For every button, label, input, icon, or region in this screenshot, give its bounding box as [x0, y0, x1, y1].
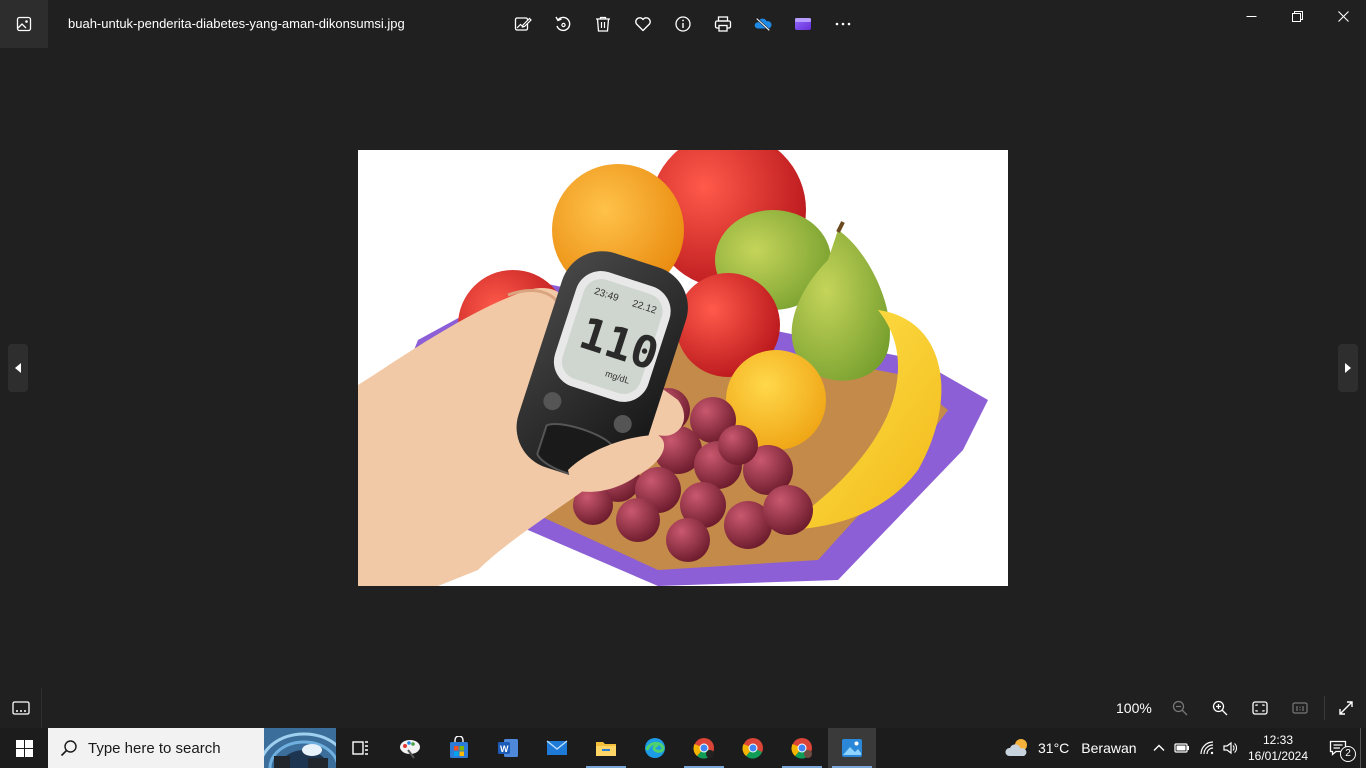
- full-screen-button[interactable]: [1326, 688, 1366, 728]
- show-hidden-icons-button[interactable]: [1147, 728, 1171, 768]
- delete-icon[interactable]: [583, 4, 623, 44]
- taskbar-app-paint[interactable]: [386, 728, 434, 768]
- taskbar-app-photos[interactable]: [828, 728, 876, 768]
- chrome-icon: [693, 738, 714, 759]
- weather-condition: Berawan: [1081, 740, 1137, 756]
- search-placeholder: Type here to search: [88, 740, 221, 757]
- expand-icon: [1339, 701, 1353, 715]
- battery-tray-button[interactable]: [1170, 728, 1194, 768]
- taskbar-app-mail[interactable]: [533, 728, 581, 768]
- svg-text:W: W: [500, 744, 509, 754]
- word-icon: W: [498, 739, 518, 757]
- taskbar-app-store[interactable]: [435, 728, 483, 768]
- paint-icon: [400, 740, 420, 759]
- taskbar-app-edge[interactable]: [631, 728, 679, 768]
- search-highlight-art: [264, 728, 336, 768]
- filmstrip-icon: [11, 701, 30, 715]
- zoom-out-icon: [1172, 700, 1188, 716]
- folder-icon: [596, 742, 616, 756]
- caret-right-icon: [1345, 363, 1351, 373]
- mail-icon: [546, 740, 568, 755]
- search-icon: [60, 740, 77, 757]
- task-view-icon: [352, 741, 368, 755]
- battery-icon: [1174, 743, 1189, 753]
- print-icon[interactable]: [703, 4, 743, 44]
- zoom-in-button[interactable]: [1200, 688, 1240, 728]
- restore-icon[interactable]: [1274, 0, 1320, 32]
- weather-temperature: 31°C: [1038, 740, 1070, 756]
- favorite-icon[interactable]: [623, 4, 663, 44]
- onedrive-icon[interactable]: [743, 4, 783, 44]
- zoom-level: 100%: [1116, 700, 1152, 716]
- rotate-icon[interactable]: [543, 4, 583, 44]
- action-center-button[interactable]: 2: [1318, 728, 1358, 768]
- taskbar-app-file-explorer[interactable]: [582, 728, 630, 768]
- taskbar-app-chrome-profile-1[interactable]: [680, 728, 728, 768]
- taskbar-app-chrome-profile-2[interactable]: [778, 728, 826, 768]
- weather-widget[interactable]: 31°C Berawan: [1004, 728, 1137, 768]
- windows-logo-icon: [15, 739, 33, 757]
- minimize-icon[interactable]: [1228, 0, 1274, 32]
- chrome-icon: [742, 738, 763, 759]
- notification-count-badge: 2: [1340, 746, 1356, 762]
- fit-window-icon: [1252, 701, 1268, 715]
- bottom-toolbar: 100%: [0, 688, 1366, 728]
- zoom-out-button[interactable]: [1160, 688, 1200, 728]
- wifi-icon: [1200, 741, 1214, 755]
- speaker-icon: [1223, 741, 1237, 755]
- clock-time: 12:33: [1262, 733, 1294, 747]
- clock-date: 16/01/2024: [1247, 749, 1309, 763]
- volume-tray-button[interactable]: [1218, 728, 1242, 768]
- task-view-button[interactable]: [336, 728, 384, 768]
- filmstrip-toggle-button[interactable]: [0, 688, 42, 728]
- taskbar: Type here to search W 31°C Berawan 12:33…: [0, 728, 1366, 768]
- photos-app-icon[interactable]: [0, 0, 48, 48]
- file-name-title: buah-untuk-penderita-diabetes-yang-aman-…: [68, 16, 405, 31]
- zoom-in-icon: [1212, 700, 1228, 716]
- taskbar-search-box[interactable]: Type here to search: [48, 728, 336, 768]
- chevron-up-icon: [1153, 744, 1165, 751]
- title-bar: buah-untuk-penderita-diabetes-yang-aman-…: [0, 0, 1366, 48]
- toolbar-divider: [1324, 696, 1325, 720]
- close-icon[interactable]: [1320, 0, 1366, 32]
- taskbar-app-chrome[interactable]: [729, 728, 777, 768]
- info-icon[interactable]: [663, 4, 703, 44]
- previous-photo-button[interactable]: [8, 344, 28, 392]
- clipchamp-icon[interactable]: [783, 4, 823, 44]
- actual-size-button[interactable]: [1280, 688, 1320, 728]
- photo-toolbar: [503, 4, 863, 44]
- caret-left-icon: [15, 363, 21, 373]
- window-controls: [1228, 0, 1366, 32]
- taskbar-app-word[interactable]: W: [484, 728, 532, 768]
- next-photo-button[interactable]: [1338, 344, 1358, 392]
- edge-icon: [645, 738, 665, 758]
- edit-image-icon[interactable]: [503, 4, 543, 44]
- store-icon: [450, 736, 468, 758]
- photos-icon: [842, 739, 862, 757]
- show-desktop-button[interactable]: [1360, 728, 1366, 768]
- network-tray-button[interactable]: [1195, 728, 1219, 768]
- partly-cloudy-icon: [1005, 739, 1027, 756]
- displayed-photo: 23:49 22.12 110 mg/dL: [358, 150, 1008, 586]
- actual-size-icon: [1292, 702, 1308, 714]
- more-icon[interactable]: [823, 4, 863, 44]
- fit-to-window-button[interactable]: [1240, 688, 1280, 728]
- start-button[interactable]: [0, 728, 48, 768]
- chrome-icon: [791, 738, 812, 759]
- photos-app-window: buah-untuk-penderita-diabetes-yang-aman-…: [0, 0, 1366, 728]
- taskbar-clock[interactable]: 12:33 16/01/2024: [1244, 732, 1312, 764]
